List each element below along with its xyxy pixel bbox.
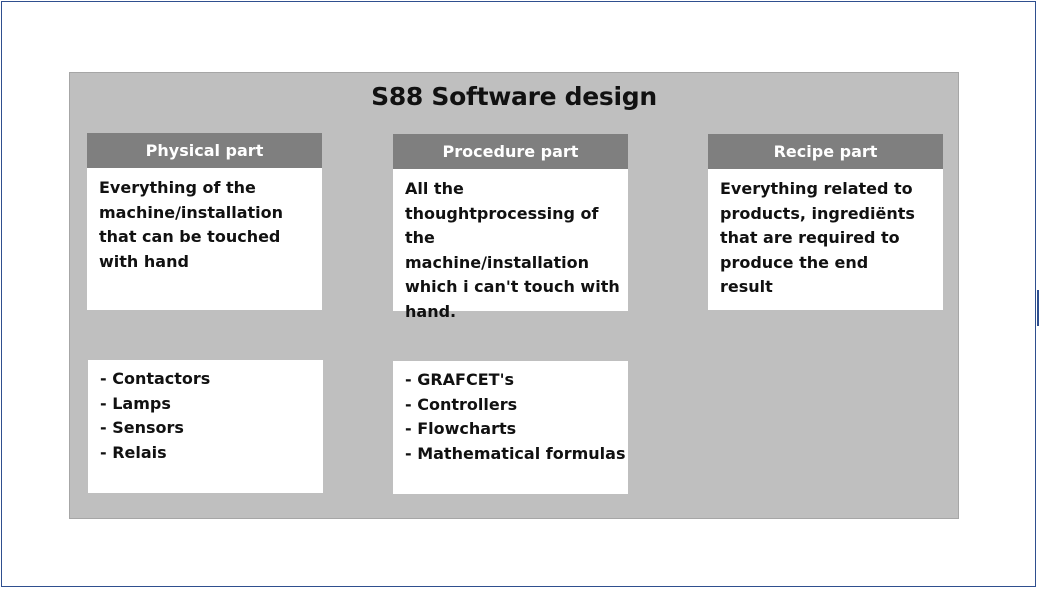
diagram-title: S88 Software design xyxy=(371,82,657,111)
physical-examples-card: - Contactors - Lamps - Sensors - Relais xyxy=(88,360,323,493)
physical-part-header: Physical part xyxy=(87,133,322,168)
list-item: - Relais xyxy=(100,442,167,462)
physical-part-description: Everything of the machine/installation t… xyxy=(99,178,284,271)
physical-part-card: Physical part Everything of the machine/… xyxy=(87,133,322,310)
edge-marker xyxy=(1033,290,1039,326)
procedure-part-description: All the thoughtprocessing of the machine… xyxy=(405,179,620,321)
list-item: - Contactors xyxy=(100,369,211,388)
procedure-part-card: Procedure part All the thoughtprocessing… xyxy=(393,134,628,321)
recipe-part-description: Everything related to products, ingredië… xyxy=(720,179,915,296)
list-item: - Mathematical formulas xyxy=(405,443,626,463)
list-item: - Sensors xyxy=(100,418,184,437)
recipe-part-header: Recipe part xyxy=(708,134,943,169)
list-item: - Lamps xyxy=(100,393,171,413)
procedure-part-header: Procedure part xyxy=(393,134,628,169)
recipe-part-card: Recipe part Everything related to produc… xyxy=(708,134,943,310)
procedure-examples-card: - GRAFCET's - Controllers - Flowcharts -… xyxy=(393,361,628,494)
list-item: - GRAFCET's xyxy=(405,370,514,389)
list-item: - Controllers xyxy=(405,394,518,414)
list-item: - Flowcharts xyxy=(405,419,517,438)
